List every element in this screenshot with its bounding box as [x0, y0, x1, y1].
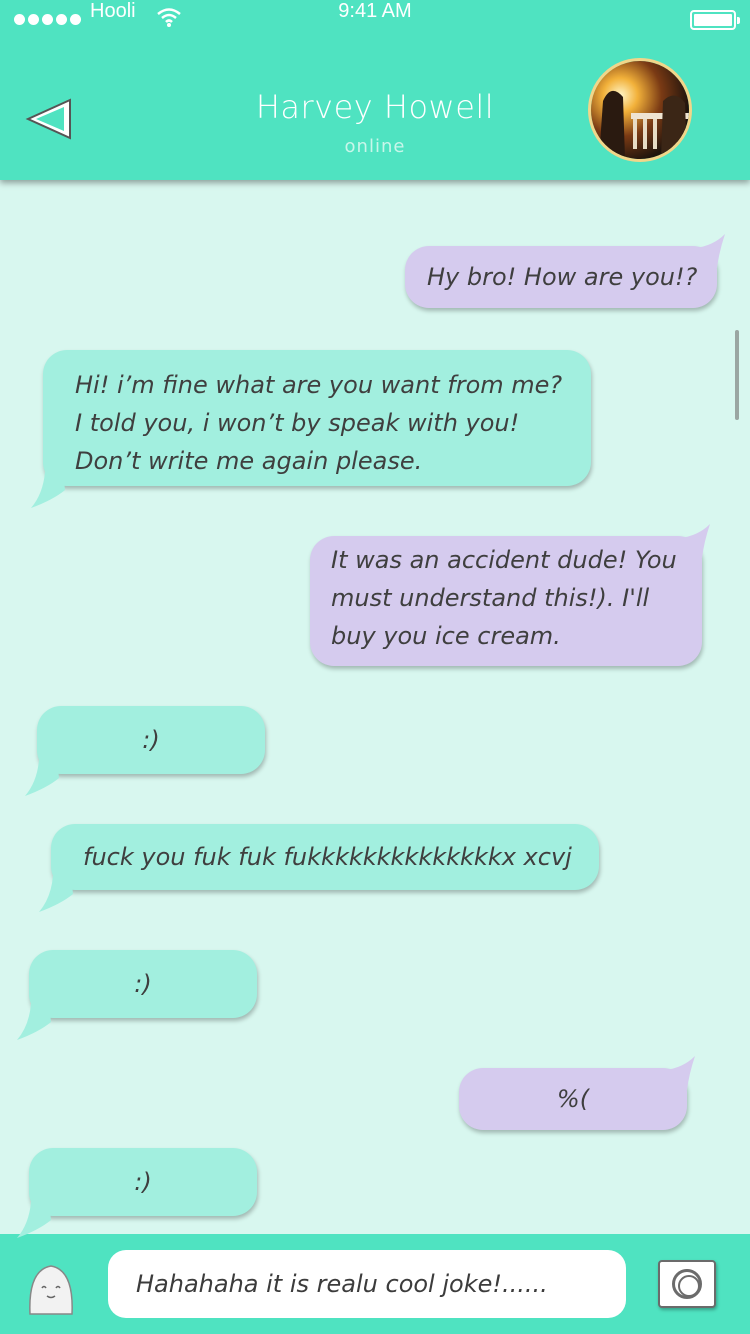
- outgoing-message-bubble[interactable]: %(: [459, 1056, 695, 1130]
- message-text: Hy bro! How are you!?: [427, 263, 698, 291]
- contact-avatar[interactable]: [588, 58, 692, 162]
- bubble-tail: [39, 876, 73, 912]
- clock-time: 9:41 AM: [338, 0, 412, 22]
- message-input[interactable]: [108, 1250, 626, 1318]
- outgoing-message-bubble[interactable]: Hy bro! How are you!?: [405, 234, 725, 308]
- message-text: Hi! i’m fine what are you want from me? …: [75, 371, 563, 475]
- message-text: %(: [556, 1085, 590, 1113]
- message-text: :): [134, 970, 152, 998]
- smiley-face-icon[interactable]: [24, 1258, 78, 1318]
- chat-header: Hooli 9:41 AM Harvey Howell online: [0, 0, 750, 180]
- message-text: It was an accident dude! You must unders…: [331, 546, 677, 650]
- camera-lens: [672, 1269, 702, 1299]
- input-bar: [0, 1234, 750, 1334]
- camera-icon[interactable]: [658, 1260, 716, 1308]
- incoming-message-bubble[interactable]: :): [17, 950, 257, 1040]
- avatar-photo: [591, 61, 689, 159]
- message-text: :): [134, 1168, 152, 1196]
- scrollbar[interactable]: [735, 330, 739, 420]
- message-text: fuck you fuk fuk fukkkkkkkkkkkkkkx xcvj: [83, 843, 572, 871]
- bubble-tail: [31, 472, 65, 508]
- outgoing-message-bubble[interactable]: It was an accident dude! You must unders…: [310, 524, 710, 666]
- incoming-message-bubble[interactable]: :): [25, 706, 265, 796]
- status-bar: Hooli 9:41 AM: [0, 0, 750, 36]
- incoming-message-bubble[interactable]: fuck you fuk fuk fukkkkkkkkkkkkkkx xcvj: [39, 824, 599, 912]
- battery-icon: [690, 10, 740, 30]
- incoming-message-bubble[interactable]: Hi! i’m fine what are you want from me? …: [31, 350, 591, 508]
- incoming-message-bubble[interactable]: :): [17, 1148, 257, 1238]
- message-text: :): [142, 726, 160, 754]
